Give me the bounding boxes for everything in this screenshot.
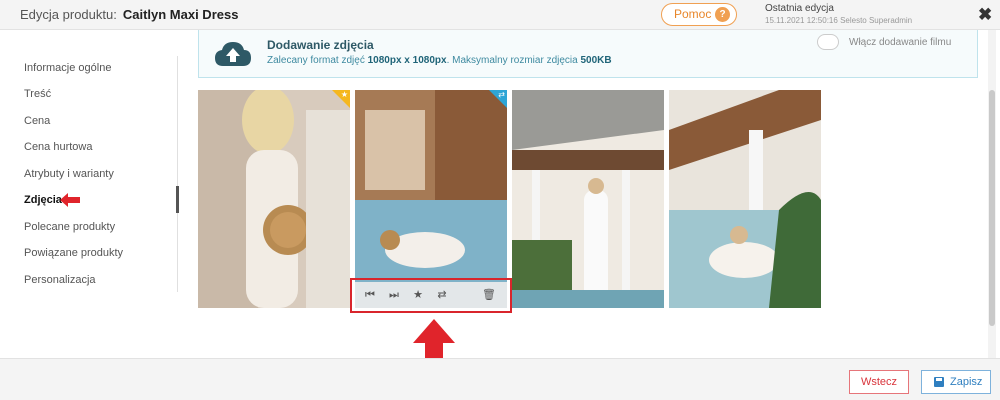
save-button[interactable]: Zapisz xyxy=(921,370,991,394)
modal-footer: Wstecz Zapisz xyxy=(0,358,1000,400)
upload-panel: Dodawanie zdjęcia Zalecany format zdjęć … xyxy=(198,30,978,78)
last-edit-info: Ostatnia edycja 15.11.2021 12:50:16 Sele… xyxy=(765,3,912,27)
sidebar-item-powiazane[interactable]: Powiązane produkty xyxy=(24,247,123,259)
sidebar-item-informacje-ogolne[interactable]: Informacje ogólne xyxy=(24,62,111,74)
upload-hint: Zalecany format zdjęć 1080px x 1080px. M… xyxy=(267,55,612,66)
last-edit-label: Ostatnia edycja xyxy=(765,3,834,14)
product-name: Caitlyn Maxi Dress xyxy=(122,7,239,22)
photo-3-image xyxy=(512,90,664,308)
product-photo-2[interactable]: ⇄ xyxy=(355,90,507,308)
upload-title: Dodawanie zdjęcia xyxy=(267,38,374,52)
modal-header: Edycja produktu: Caitlyn Maxi Dress Pomoc… xyxy=(0,0,1000,30)
swap-icon: ⇄ xyxy=(498,90,505,99)
sidebar-item-atrybuty[interactable]: Atrybuty i warianty xyxy=(24,168,114,180)
product-photo-4[interactable] xyxy=(669,90,821,308)
last-edit-date: 15.11.2021 xyxy=(765,16,805,25)
sidebar-active-marker xyxy=(176,186,179,213)
annotation-arrow-left-icon xyxy=(60,193,80,207)
video-toggle[interactable] xyxy=(817,34,839,50)
product-photo-3[interactable] xyxy=(512,90,664,308)
save-label: Zapisz xyxy=(950,376,983,388)
sidebar-item-zdjecia[interactable]: Zdjęcia xyxy=(24,194,62,206)
header-label: Edycja produktu: xyxy=(20,7,117,22)
product-photo-1[interactable]: ★ xyxy=(198,90,350,308)
sidebar-item-polecane[interactable]: Polecane produkty xyxy=(24,221,115,233)
star-icon: ★ xyxy=(340,90,348,99)
photo-4-image xyxy=(669,90,821,308)
help-button[interactable]: Pomoc ? xyxy=(661,3,737,26)
scrollbar-thumb[interactable] xyxy=(989,90,995,326)
sidebar-item-cena[interactable]: Cena xyxy=(24,115,50,127)
cloud-upload-icon[interactable] xyxy=(213,40,253,68)
photo-1-image xyxy=(198,90,350,308)
last-edit-user: Selesto Superadmin xyxy=(840,16,913,25)
video-toggle-label: Włącz dodawanie filmu xyxy=(849,37,952,48)
question-icon: ? xyxy=(715,7,730,22)
annotation-highlight-box xyxy=(350,278,512,313)
sidebar-item-cena-hurtowa[interactable]: Cena hurtowa xyxy=(24,141,93,153)
sidebar-item-personalizacja[interactable]: Personalizacja xyxy=(24,274,96,286)
last-edit-time: 12:50:16 xyxy=(806,16,838,25)
photo-2-image xyxy=(355,90,507,308)
floppy-disk-icon xyxy=(934,377,944,387)
back-button[interactable]: Wstecz xyxy=(849,370,909,394)
close-icon[interactable]: ✖ xyxy=(978,5,992,25)
sidebar-divider xyxy=(177,56,178,292)
header-title: Edycja produktu: Caitlyn Maxi Dress xyxy=(20,7,238,22)
sidebar-item-tresc[interactable]: Treść xyxy=(24,88,51,100)
help-label: Pomoc xyxy=(674,7,712,21)
